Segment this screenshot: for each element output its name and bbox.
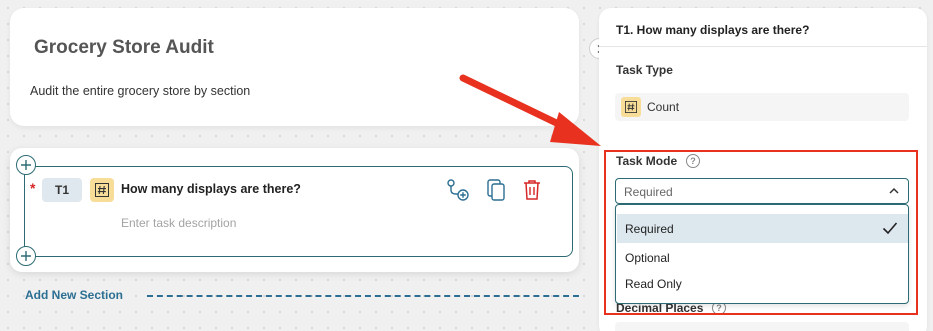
audit-description[interactable]: Audit the entire grocery store by sectio… <box>30 84 250 98</box>
audit-header-card: Grocery Store Audit Audit the entire gro… <box>10 8 579 126</box>
task-row[interactable]: * T1 How many displays are there? Enter … <box>24 166 573 257</box>
task-id-badge: T1 <box>42 178 82 202</box>
copy-icon[interactable] <box>483 176 509 204</box>
audit-title[interactable]: Grocery Store Audit <box>34 37 214 59</box>
task-description-input[interactable]: Enter task description <box>121 216 236 230</box>
panel-title: T1. How many displays are there? <box>616 23 810 37</box>
annotation-highlight-box <box>604 150 918 315</box>
plus-icon <box>21 251 31 261</box>
hash-icon <box>90 178 114 202</box>
add-new-section-link[interactable]: Add New Section <box>25 288 123 302</box>
required-marker: * <box>30 180 36 196</box>
section-divider <box>147 295 579 297</box>
hash-icon <box>621 97 641 117</box>
plus-icon <box>21 160 31 170</box>
task-type-field: Count <box>615 93 909 121</box>
decimal-places-field[interactable] <box>615 322 909 331</box>
branch-add-icon[interactable] <box>445 176 471 204</box>
task-title[interactable]: How many displays are there? <box>121 182 301 196</box>
add-task-below-button[interactable] <box>16 246 36 266</box>
task-type-label: Task Type <box>616 63 673 77</box>
panel-divider <box>599 46 927 47</box>
add-task-above-button[interactable] <box>16 155 36 175</box>
section-card: * T1 How many displays are there? Enter … <box>10 148 579 272</box>
task-type-value: Count <box>647 100 680 114</box>
trash-icon[interactable] <box>519 176 545 204</box>
